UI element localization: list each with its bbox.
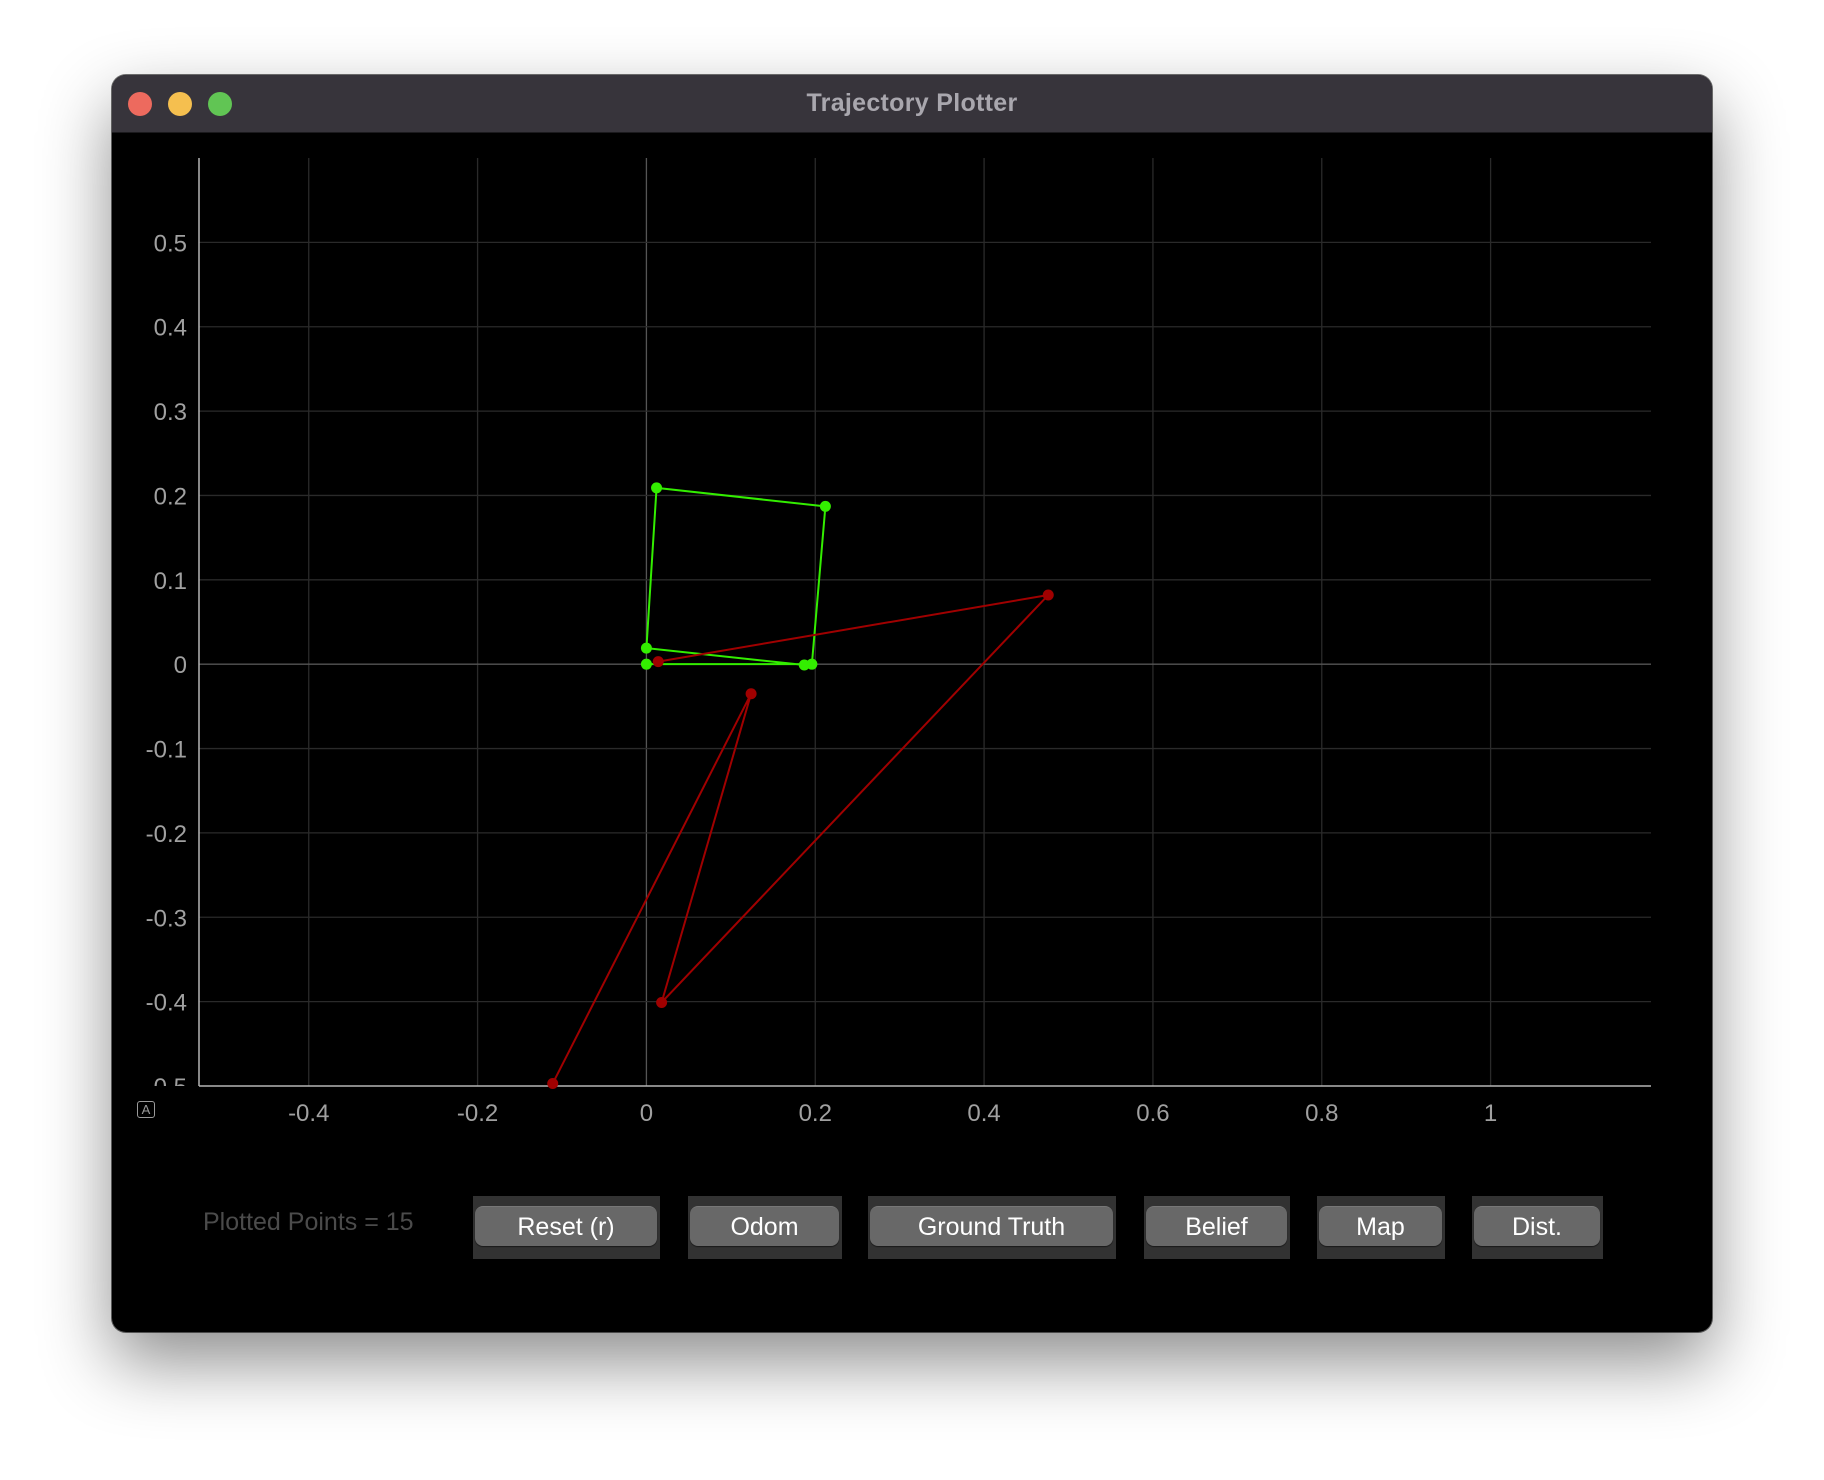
reset-button[interactable]: Reset (r) xyxy=(475,1206,657,1246)
map-button-container: Map xyxy=(1317,1196,1445,1259)
x-tick-label: 0.2 xyxy=(799,1100,832,1127)
x-tick-label: 1 xyxy=(1484,1100,1497,1127)
green-trajectory-point xyxy=(651,482,663,494)
auto-scale-icon[interactable]: A xyxy=(137,1101,155,1118)
y-tick-label: -0.4 xyxy=(146,990,187,1017)
red-trajectory-point xyxy=(652,656,664,668)
belief-button-container: Belief xyxy=(1144,1196,1290,1259)
y-tick-label: 0.5 xyxy=(154,230,187,257)
x-tick-label: 0.6 xyxy=(1136,1100,1169,1127)
series xyxy=(547,482,1054,1089)
dist-button-container: Dist. xyxy=(1472,1196,1603,1259)
y-tick-label: 0.3 xyxy=(154,399,187,426)
green-trajectory-point xyxy=(640,642,652,654)
map-button[interactable]: Map xyxy=(1319,1206,1442,1246)
belief-button[interactable]: Belief xyxy=(1146,1206,1287,1246)
dist-button[interactable]: Dist. xyxy=(1474,1206,1600,1246)
y-tick-label: 0.4 xyxy=(154,315,187,342)
grid xyxy=(199,158,1651,1086)
y-tick-label: 0.2 xyxy=(154,483,187,510)
green-trajectory xyxy=(640,482,831,671)
title-bar: Trajectory Plotter xyxy=(112,75,1712,133)
plotted-points-label: Plotted Points = 15 xyxy=(203,1208,414,1236)
reset-button-container: Reset (r) xyxy=(473,1196,660,1259)
green-trajectory-point xyxy=(640,658,652,670)
red-trajectory-point xyxy=(1042,589,1054,601)
green-trajectory-point xyxy=(819,500,831,512)
axes xyxy=(198,158,1651,1087)
odom-button[interactable]: Odom xyxy=(690,1206,839,1246)
y-tick-label: -0.1 xyxy=(146,737,187,764)
green-trajectory-point xyxy=(798,659,810,671)
x-tick-label: 0 xyxy=(640,1100,653,1127)
tick-labels: -0.4 -0.2 0 0.2 0.4 0.6 0.8 1 0.5 0.4 0.3 0.2 0.1 0 -0… xyxy=(146,230,1498,1127)
ground-truth-button-container: Ground Truth xyxy=(868,1196,1116,1259)
app-window: Trajectory Plotter -0.4 -0.2 0 0.2 0.4 0.6 0.8… xyxy=(112,75,1712,1332)
x-tick-label: -0.2 xyxy=(457,1100,498,1127)
odom-button-container: Odom xyxy=(688,1196,842,1259)
y-tick-label: 0.1 xyxy=(154,568,187,595)
trajectory-plot[interactable]: -0.4 -0.2 0 0.2 0.4 0.6 0.8 1 0.5 0.4 0.3 0.2 0.1 0 -0… xyxy=(112,132,1712,1332)
red-trajectory-point xyxy=(745,688,757,700)
ground-truth-button[interactable]: Ground Truth xyxy=(870,1206,1113,1246)
y-tick-label: -0.3 xyxy=(146,905,187,932)
y-tick-label: -0.2 xyxy=(146,821,187,848)
x-tick-label: -0.4 xyxy=(288,1100,329,1127)
x-tick-label: 0.8 xyxy=(1305,1100,1338,1127)
y-tick-label: 0 xyxy=(174,652,187,679)
red-trajectory-point xyxy=(656,996,668,1008)
x-tick-label: 0.4 xyxy=(967,1100,1000,1127)
y-tick-label: -0.5 xyxy=(146,1074,187,1101)
red-trajectory-point xyxy=(547,1077,559,1089)
window-title: Trajectory Plotter xyxy=(806,89,1018,117)
